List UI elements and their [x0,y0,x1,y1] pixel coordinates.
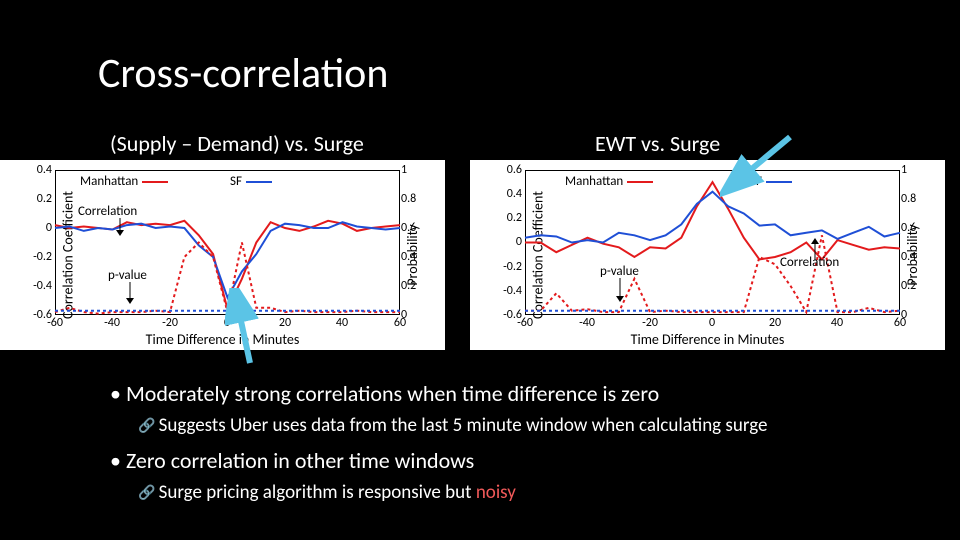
responsive-word: responsive [358,481,441,504]
tick: -40 [579,316,595,330]
tick: 20 [769,316,781,330]
tick: 40 [336,316,348,330]
bullet-1: Moderately strong correlations when time… [110,380,920,408]
callout-arrow-icon [225,288,275,368]
bullet-2: Zero correlation in other time windows [110,447,920,475]
tick: 0.6 [401,221,421,235]
tick: 0.2 [401,279,421,293]
sub-text: Surge pricing algorithm is [159,481,358,504]
tick: 0.4 [401,250,421,264]
tick: -0.2 [502,260,522,274]
tick: -40 [104,316,120,330]
anno-arrow-icon [100,218,101,219]
legend-sf: SF [230,174,276,189]
chart-subtitle-left: (Supply – Demand) vs. Surge [110,130,364,157]
tick: 0.4 [502,187,522,201]
tick: 0.8 [401,192,421,206]
slide: Cross-correlation (Supply – Demand) vs. … [0,0,960,540]
legend-manhattan: Manhattan [565,174,657,189]
tick: -0.4 [32,279,52,293]
x-axis-label: Time Difference in Minutes [146,331,300,348]
anno-correlation-left: Correlation [78,204,137,219]
anno-arrow-icon [130,282,131,283]
tick: 0.4 [901,250,921,264]
tick: 0.8 [901,192,921,206]
sub-bullet-1: Suggests Uber uses data from the last 5 … [138,414,920,438]
anno-pvalue-right: p-value [600,264,639,279]
anno-pvalue-left: p-value [108,268,147,283]
legend-manhattan: Manhattan [80,174,172,189]
tick: 60 [394,316,406,330]
tick: 0.2 [901,279,921,293]
tick: 0 [502,235,522,249]
slide-title: Cross-correlation [98,48,388,99]
tick: -20 [642,316,658,330]
sub-text: but [441,481,476,504]
anno-arrow-icon [815,250,816,251]
chart-subtitle-right: EWT vs. Surge [595,130,720,157]
tick: -0.2 [32,250,52,264]
tick: 0.2 [32,192,52,206]
tick: -0.4 [502,284,522,298]
tick: -20 [162,316,178,330]
tick: 0.6 [901,221,921,235]
anno-correlation-right: Correlation [780,255,839,270]
sub-bullet-2: Surge pricing algorithm is responsive bu… [138,481,920,505]
x-axis-label: Time Difference in Minutes [631,331,785,348]
tick: 40 [831,316,843,330]
tick: -60 [47,316,63,330]
chart-left: Correlation Coefficient Probability Time… [0,160,445,350]
tick: 0.4 [32,163,52,177]
callout-arrow-icon [720,132,800,202]
tick: 20 [279,316,291,330]
chart-svg-right [525,170,900,315]
noisy-word: noisy [476,481,516,504]
tick: 1 [901,163,921,177]
tick: 0.6 [502,163,522,177]
bullet-list: Moderately strong correlations when time… [110,380,920,515]
tick: -60 [517,316,533,330]
tick: 1 [401,163,421,177]
chart-right: Correlation Coefficient Probability Time… [470,160,945,350]
tick: 0 [709,316,715,330]
tick: 60 [894,316,906,330]
tick: 0.2 [502,211,522,225]
tick: 0 [32,221,52,235]
anno-arrow-icon [620,278,621,279]
